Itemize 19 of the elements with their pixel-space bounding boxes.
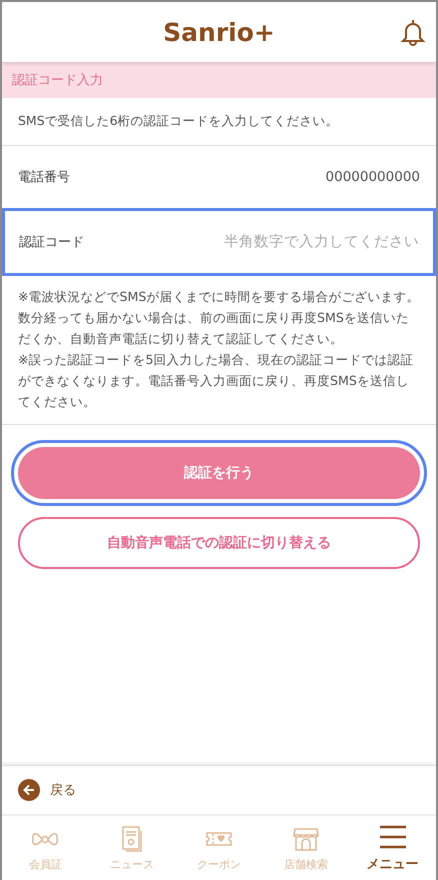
code-label: 認証コード bbox=[19, 234, 84, 251]
app-logo: Sanrio+ bbox=[163, 18, 275, 46]
phone-label: 電話番号 bbox=[18, 169, 70, 186]
nav-tab[interactable]: メニュー bbox=[349, 816, 436, 880]
nav-tab[interactable]: ニュース bbox=[88, 816, 176, 880]
nav-tab[interactable]: クーポン bbox=[176, 816, 262, 880]
nav-tab[interactable]: 店舗検索 bbox=[262, 816, 350, 880]
switch-button[interactable]: 自動音声電話での認証に切り替える bbox=[18, 517, 420, 569]
note-text: ※電波状況などでSMSが届くまでに時間を要する場合がございます。数分経っても届かない場合は、前の画面に戻り再度SMSを送信いただくか、自動音声電話に切り替えて認証してください。 bbox=[18, 288, 420, 348]
verify-button[interactable]: 認証を行う bbox=[18, 447, 420, 499]
note-text: ※誤った認証コードを5回入力した場合、現在の認証コードでは認証ができなくなります。電話番号入力画面に戻り、再度SMSを送信してください。 bbox=[18, 351, 415, 411]
section-title: 認証コード入力 bbox=[2, 62, 436, 98]
code-field[interactable]: 認証コード 半角数字で入力してください bbox=[2, 208, 436, 276]
bell-icon[interactable] bbox=[400, 18, 426, 46]
nav-tab[interactable]: 会員証 bbox=[2, 816, 89, 880]
phone-number: 00000000000 bbox=[326, 169, 420, 185]
back-link[interactable]: 戻る bbox=[50, 781, 76, 799]
menu-icon bbox=[378, 823, 408, 851]
instruction-text: SMSで受信した6桁の認証コードを入力してください。 bbox=[2, 98, 436, 146]
